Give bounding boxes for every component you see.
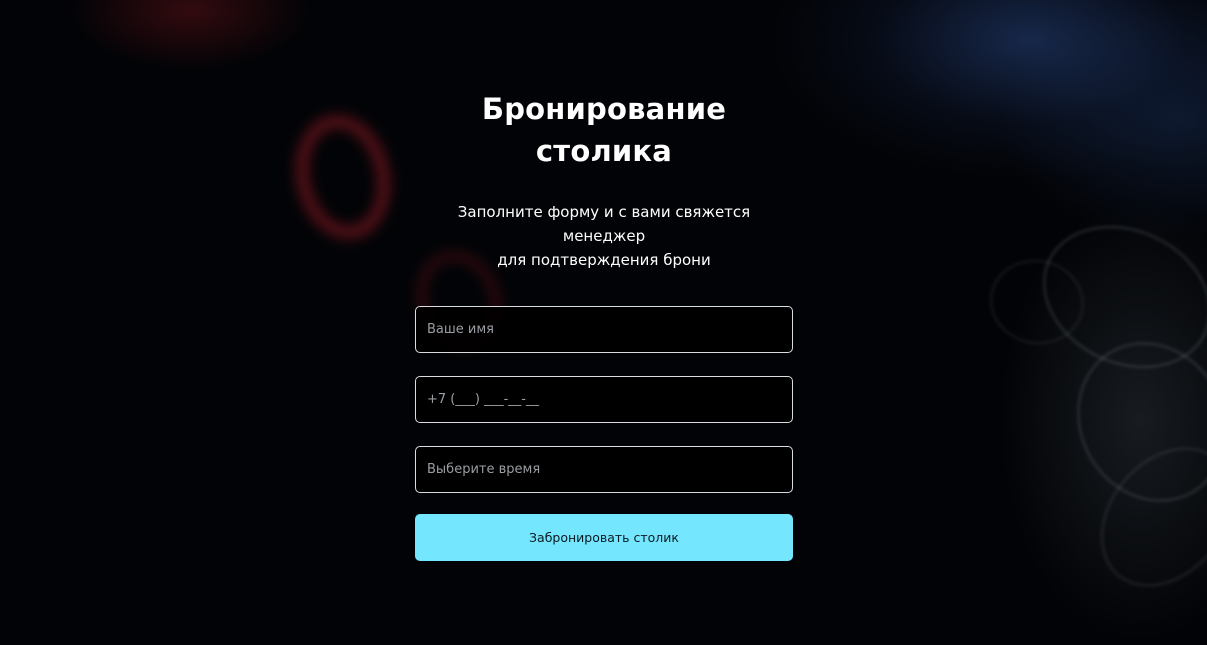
book-table-button[interactable]: Забронировать столик xyxy=(415,514,793,561)
subtitle-line: для подтверждения брони xyxy=(497,251,711,269)
page-title: Бронирование столика xyxy=(481,92,727,168)
smoke-ring-decoration xyxy=(283,105,403,249)
booking-page: Бронирование столика Заполните форму и с… xyxy=(0,0,1207,645)
form-fields xyxy=(415,306,793,493)
phone-input[interactable] xyxy=(415,376,793,423)
form-subtitle: Заполните форму и с вами свяжется менедж… xyxy=(415,200,793,272)
name-input[interactable] xyxy=(415,306,793,353)
booking-form: Бронирование столика Заполните форму и с… xyxy=(415,88,793,561)
subtitle-line: Заполните форму и с вами свяжется менедж… xyxy=(457,203,751,245)
time-select-input[interactable] xyxy=(415,446,793,493)
